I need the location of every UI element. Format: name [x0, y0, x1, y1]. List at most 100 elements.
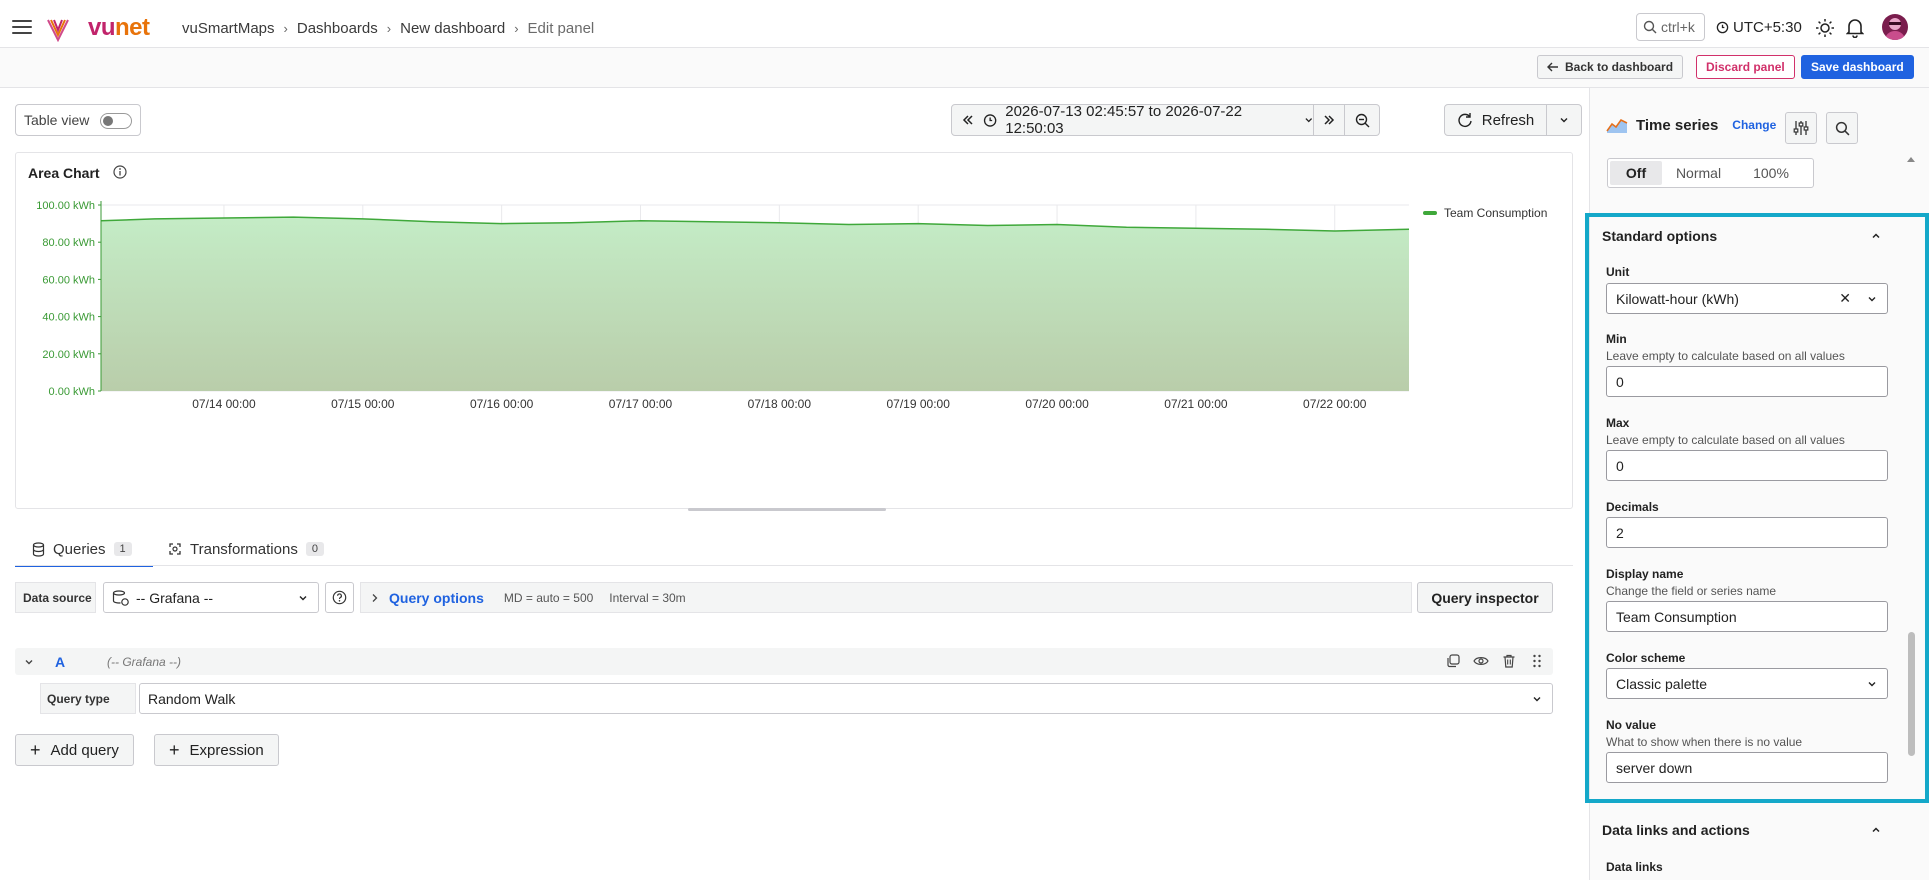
time-series-icon [1606, 118, 1628, 133]
data-links-header[interactable]: Data links and actions [1602, 822, 1750, 838]
decimals-input[interactable]: 2 [1606, 517, 1888, 548]
chevron-down-icon [1560, 118, 1568, 123]
datasource-help-button[interactable] [325, 582, 354, 613]
x-tick-label: 07/19 00:00 [886, 397, 950, 411]
change-visualization-link[interactable]: Change [1732, 118, 1776, 132]
unit-label: Unit [1606, 265, 1630, 279]
chevron-up-icon[interactable] [1870, 230, 1882, 242]
min-description: Leave empty to calculate based on all va… [1606, 349, 1845, 363]
back-to-dashboard-button[interactable]: Back to dashboard [1537, 55, 1684, 79]
query-type-select[interactable]: Random Walk [139, 683, 1553, 714]
max-description: Leave empty to calculate based on all va… [1606, 433, 1845, 447]
time-range-picker[interactable]: 2026-07-13 02:45:57 to 2026-07-22 12:50:… [983, 103, 1313, 137]
clock-icon [983, 113, 997, 127]
discard-panel-button[interactable]: Discard panel [1696, 55, 1795, 79]
user-avatar[interactable] [1882, 14, 1908, 40]
stack-option-percent[interactable]: 100% [1735, 161, 1807, 185]
datasource-select[interactable]: -- Grafana -- [103, 582, 319, 613]
stack-option-normal[interactable]: Normal [1662, 161, 1735, 185]
options-scrollbar[interactable] [1908, 632, 1915, 756]
table-view-switch[interactable] [100, 113, 132, 129]
display-name-input[interactable]: Team Consumption [1606, 601, 1888, 632]
timezone-display[interactable]: UTC+5:30 [1716, 19, 1802, 36]
drag-handle-icon[interactable] [1529, 653, 1545, 669]
display-name-description: Change the field or series name [1606, 584, 1777, 598]
display-name-value: Team Consumption [1616, 608, 1737, 625]
query-type-value: Random Walk [148, 690, 236, 707]
tab-transformations[interactable]: Transformations 0 [168, 533, 324, 565]
query-ref-id[interactable]: A [55, 654, 65, 670]
double-chevron-right-icon [1324, 115, 1335, 125]
options-search-button[interactable] [1826, 112, 1858, 144]
breadcrumb-home[interactable]: vuSmartMaps [182, 20, 275, 37]
max-input[interactable]: 0 [1606, 450, 1888, 481]
panel-resize-handle[interactable] [688, 508, 886, 511]
panel-action-bar: Back to dashboard Discard panel Save das… [0, 48, 1929, 88]
eye-icon[interactable] [1473, 653, 1489, 669]
chevron-up-icon[interactable] [1870, 824, 1882, 836]
breadcrumb-new-dashboard[interactable]: New dashboard [400, 20, 505, 37]
refresh-icon [1458, 113, 1472, 127]
query-inspector-button[interactable]: Query inspector [1417, 582, 1553, 613]
add-expression-button[interactable]: + Expression [154, 734, 279, 766]
tab-queries-label: Queries [53, 540, 106, 558]
no-value-input[interactable]: server down [1606, 752, 1888, 783]
decimals-label: Decimals [1606, 500, 1659, 514]
time-shift-forward-button[interactable] [1313, 104, 1345, 136]
add-query-button[interactable]: + Add query [15, 734, 134, 766]
query-options-interval: Interval = 30m [609, 590, 686, 605]
add-expression-label: Expression [189, 741, 264, 759]
query-type-label: Query type [40, 683, 136, 714]
datasource-icon [112, 589, 129, 606]
tab-queries[interactable]: Queries 1 [15, 533, 153, 567]
table-view-toggle[interactable]: Table view [15, 104, 141, 136]
search-icon [1643, 20, 1657, 34]
time-shift-back-button[interactable] [951, 104, 984, 136]
options-filter-button[interactable] [1785, 112, 1817, 144]
transform-icon [169, 543, 181, 555]
clear-icon[interactable]: ✕ [1839, 290, 1851, 307]
menu-icon[interactable] [12, 20, 32, 36]
search-shortcut: ctrl+k [1661, 19, 1695, 35]
arrow-left-icon [1547, 62, 1558, 72]
y-tick-label: 100.00 kWh [36, 200, 95, 212]
bell-icon[interactable] [1846, 18, 1864, 38]
query-row-header[interactable]: A (-- Grafana --) [15, 648, 1553, 675]
refresh-interval-dropdown[interactable] [1547, 104, 1582, 136]
min-label: Min [1606, 332, 1627, 346]
table-view-label: Table view [24, 112, 90, 128]
min-value: 0 [1616, 373, 1624, 390]
breadcrumb: vuSmartMaps › Dashboards › New dashboard › … [182, 20, 595, 37]
stack-option-off[interactable]: Off [1610, 161, 1662, 185]
color-scheme-select[interactable]: Classic palette [1606, 668, 1888, 699]
brand-logo-text: vunet [88, 14, 150, 41]
x-tick-label: 07/15 00:00 [331, 397, 395, 411]
unit-select[interactable]: Kilowatt-hour (kWh) ✕ [1606, 283, 1888, 314]
standard-options-header[interactable]: Standard options [1602, 228, 1717, 244]
y-tick-label: 40.00 kWh [42, 312, 95, 324]
unit-value: Kilowatt-hour (kWh) [1616, 290, 1739, 307]
trash-icon[interactable] [1501, 653, 1517, 669]
search-button[interactable]: ctrl+k [1636, 13, 1705, 41]
zoom-out-button[interactable] [1345, 104, 1380, 136]
theme-sun-icon[interactable] [1815, 18, 1835, 38]
scroll-up-icon[interactable] [1906, 155, 1916, 163]
decimals-value: 2 [1616, 524, 1624, 541]
save-dashboard-button[interactable]: Save dashboard [1801, 55, 1914, 79]
query-options-toggle[interactable]: Query options MD = auto = 500 Interval =… [360, 582, 1412, 613]
chevron-down-icon[interactable] [24, 657, 34, 667]
no-value-value: server down [1616, 759, 1693, 776]
duplicate-icon[interactable] [1445, 653, 1461, 669]
breadcrumb-dashboards[interactable]: Dashboards [297, 20, 378, 37]
x-tick-label: 07/22 00:00 [1303, 397, 1367, 411]
datasource-value: -- Grafana -- [136, 589, 214, 606]
x-tick-label: 07/14 00:00 [192, 397, 256, 411]
x-tick-label: 07/21 00:00 [1164, 397, 1228, 411]
tabs-divider [15, 565, 1573, 566]
plus-icon: + [169, 739, 180, 760]
refresh-label: Refresh [1481, 111, 1535, 129]
min-input[interactable]: 0 [1606, 366, 1888, 397]
add-query-label: Add query [50, 741, 119, 759]
refresh-button[interactable]: Refresh [1444, 104, 1547, 136]
area-chart[interactable]: 0.00 kWh 20.00 kWh 40.00 kWh 60.00 kWh 80.00… [16, 153, 1574, 510]
